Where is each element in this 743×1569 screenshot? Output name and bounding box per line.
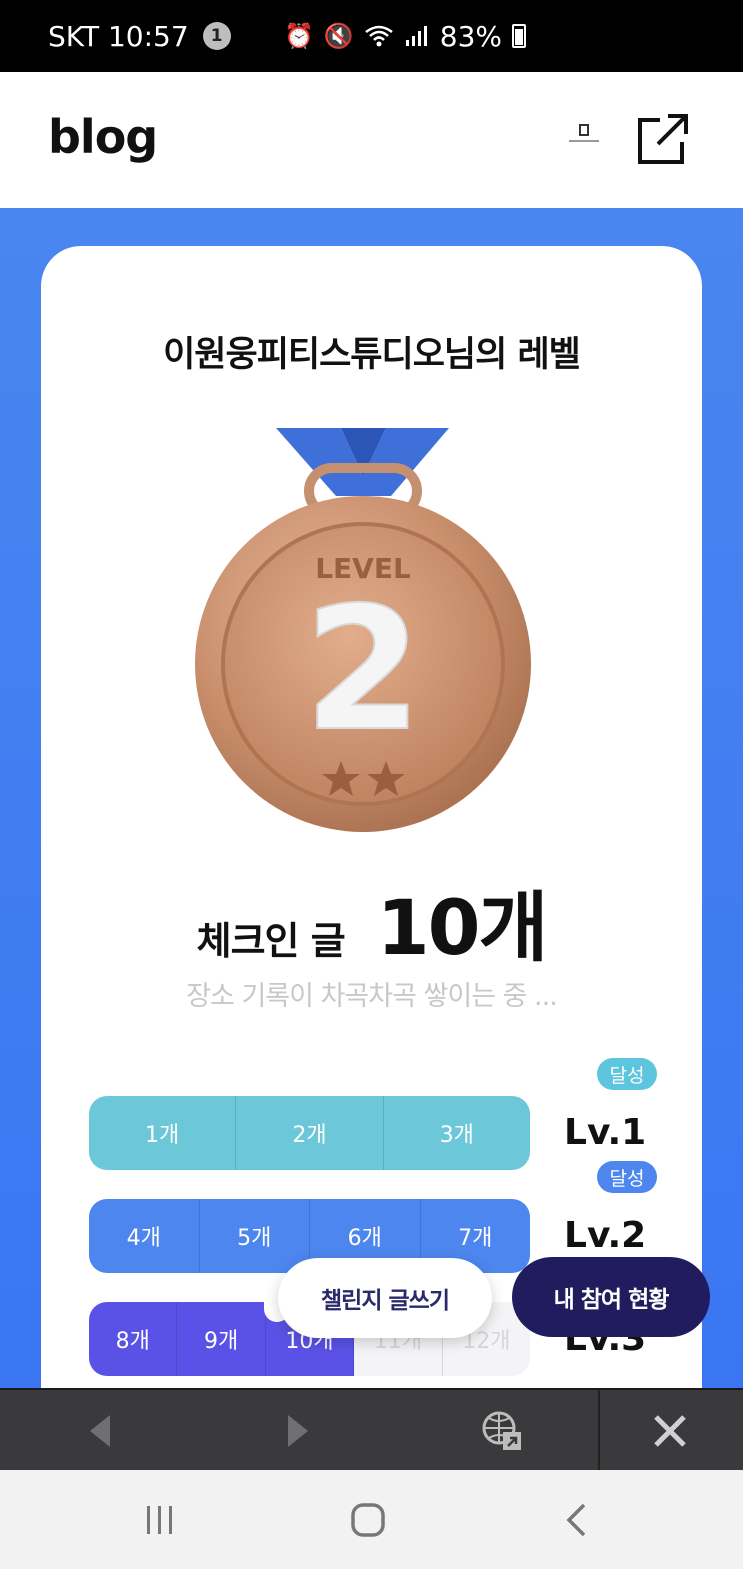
- checkin-count: 체크인 글 10개: [41, 866, 702, 976]
- close-icon[interactable]: [630, 1390, 710, 1472]
- notification-count-badge: 1: [202, 22, 231, 50]
- achieved-badge: 달성: [597, 1058, 657, 1090]
- level-segment: 9개: [177, 1302, 266, 1376]
- level-segment: 2개: [236, 1096, 384, 1170]
- signal-icon: [405, 26, 427, 46]
- level-segment: 4개: [89, 1199, 200, 1273]
- mute-icon: 🔇: [323, 22, 354, 50]
- home-icon[interactable]: [328, 1470, 408, 1569]
- level-label: Lv.2: [564, 1215, 647, 1256]
- profile-thumbnail[interactable]: [566, 124, 602, 154]
- forward-arrow-icon[interactable]: [258, 1390, 338, 1472]
- back-arrow-icon[interactable]: [60, 1390, 140, 1472]
- level-segment: 5개: [199, 1199, 310, 1273]
- battery-icon: [512, 24, 527, 48]
- system-nav-bar: [0, 1470, 743, 1569]
- blog-logo[interactable]: blog: [48, 110, 158, 164]
- battery-percent: 83%: [439, 19, 503, 53]
- alarm-icon: ⏰: [284, 22, 314, 50]
- share-icon[interactable]: [636, 112, 690, 166]
- page-title: 이원웅피티스튜디오님의 레벨: [163, 335, 581, 375]
- wifi-icon: [365, 25, 393, 47]
- level-section: 이원웅피티스튜디오님의 레벨 LEVEL 2 체크인 글 10개 장소 기록이 …: [0, 208, 743, 1446]
- browser-toolbar: [0, 1388, 743, 1472]
- toolbar-divider: [598, 1390, 600, 1472]
- recents-icon[interactable]: [120, 1470, 200, 1569]
- status-bar: SKT 10:57 1 ⏰ 🔇 83%: [0, 0, 743, 72]
- medal-number: 2: [304, 571, 422, 769]
- achieved-badge: 달성: [597, 1161, 657, 1193]
- carrier-time: SKT 10:57: [48, 19, 189, 53]
- level-label: Lv.1: [564, 1112, 647, 1153]
- medal-level-2-icon: LEVEL 2: [195, 428, 531, 832]
- level-segment: 8개: [89, 1302, 178, 1376]
- checkin-count-value: 10개: [376, 883, 549, 972]
- progress-subtext: 장소 기록이 차곡차곡 쌓이는 중 ...: [186, 981, 558, 1012]
- checkin-count-label: 체크인 글: [196, 919, 346, 963]
- level-row-1: 1개 2개 3개 달성 Lv.1: [89, 1058, 657, 1170]
- level-segment: 3개: [383, 1096, 530, 1170]
- open-in-browser-icon[interactable]: [462, 1390, 542, 1472]
- app-header: blog: [0, 72, 743, 208]
- back-icon[interactable]: [536, 1470, 616, 1569]
- challenge-write-button[interactable]: 챌린지 글쓰기: [278, 1258, 492, 1338]
- level-segment: 1개: [89, 1096, 237, 1170]
- my-participation-button[interactable]: 내 참여 현황: [512, 1257, 710, 1337]
- level-progress-bar: 1개 2개 3개: [89, 1096, 530, 1170]
